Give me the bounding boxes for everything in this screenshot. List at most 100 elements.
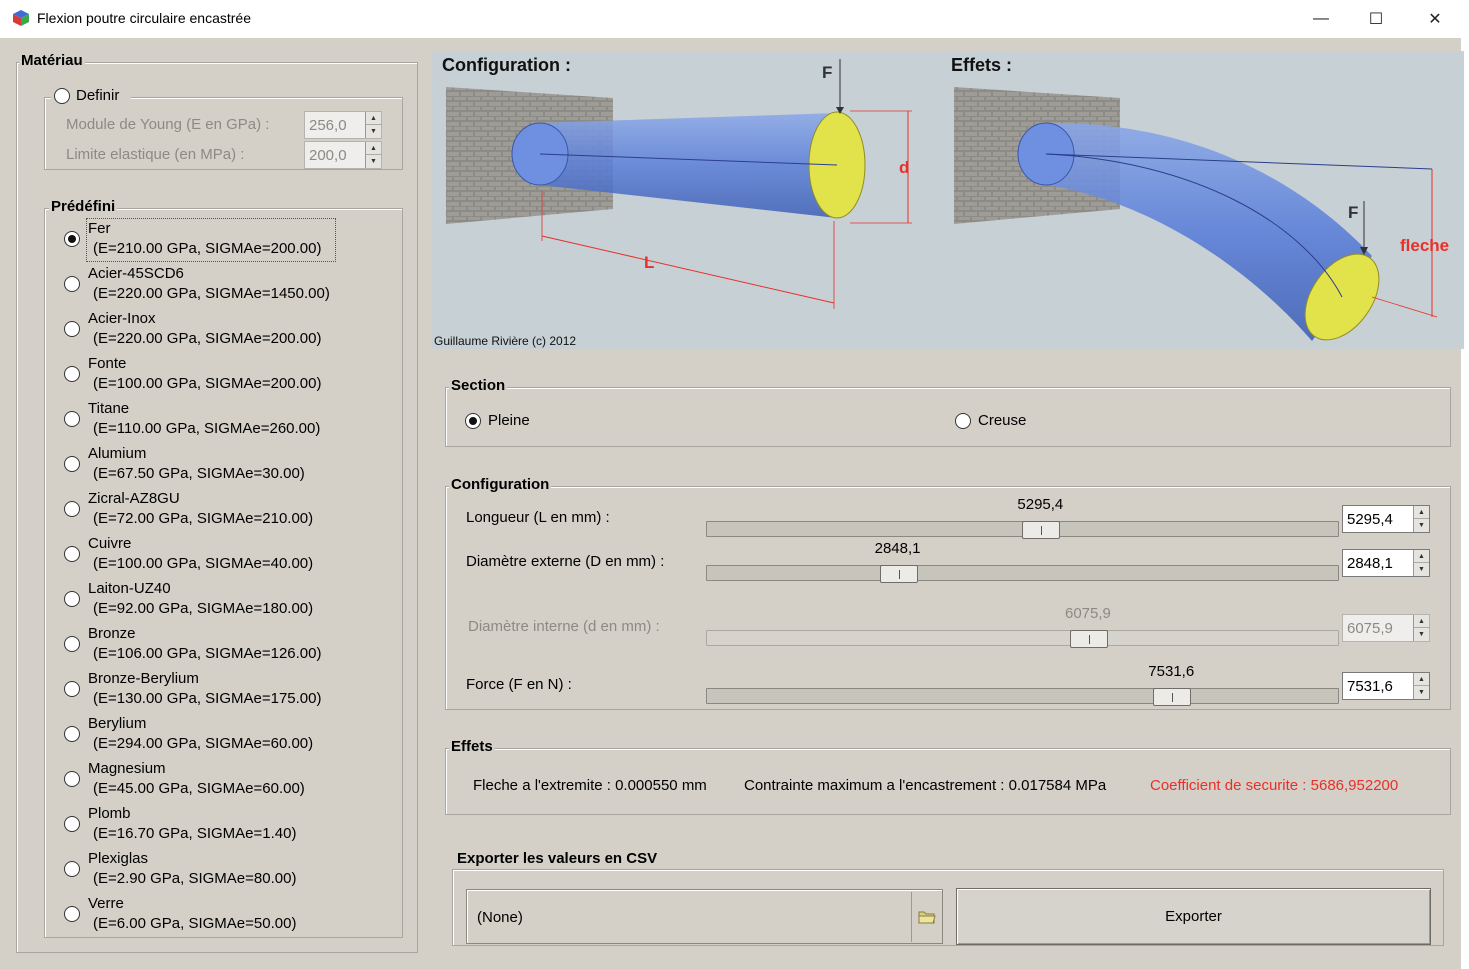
beam-diagram: F d L F fleche Configuration : Effets : …: [434, 55, 1449, 348]
material-props: (E=67.50 GPa, SIGMAe=30.00): [93, 465, 305, 482]
spin-up-icon[interactable]: ▲: [366, 142, 381, 155]
material-radio[interactable]: [64, 681, 80, 697]
material-radio[interactable]: [64, 591, 80, 607]
securite-result: Coefficient de securite : 5686,952200: [1150, 777, 1399, 794]
material-props: (E=92.00 GPa, SIGMAe=180.00): [93, 600, 314, 617]
spin-up-icon[interactable]: ▲: [1414, 506, 1429, 519]
material-radio[interactable]: [64, 456, 80, 472]
material-name: Fonte: [88, 355, 127, 372]
slider-track[interactable]: [706, 688, 1339, 706]
material-props: (E=294.00 GPa, SIGMAe=60.00): [93, 735, 314, 752]
material-props: (E=72.00 GPa, SIGMAe=210.00): [93, 510, 314, 527]
material-radio[interactable]: [64, 411, 80, 427]
material-name: Plomb: [88, 805, 131, 822]
material-name: Bronze: [88, 625, 136, 642]
config-title: Configuration :: [442, 55, 571, 75]
export-path-field[interactable]: (None): [466, 889, 943, 944]
definir-radio[interactable]: [54, 88, 70, 104]
creuse-radio[interactable]: [955, 413, 971, 429]
slider-track[interactable]: [706, 521, 1339, 539]
slider-thumb[interactable]: [879, 565, 918, 583]
material-radio[interactable]: [64, 771, 80, 787]
material-radio[interactable]: [64, 501, 80, 517]
spin-up-icon[interactable]: ▲: [1414, 550, 1429, 563]
export-button[interactable]: Exporter: [956, 888, 1431, 945]
slider-spinbox[interactable]: 5295,4 ▲ ▼: [1342, 505, 1430, 533]
maximize-button[interactable]: ☐: [1347, 0, 1405, 38]
material-props: (E=2.90 GPa, SIGMAe=80.00): [93, 870, 297, 887]
spin-up-icon[interactable]: ▲: [366, 112, 381, 125]
spinbox-value: 2848,1: [1347, 555, 1393, 572]
spin-down-icon[interactable]: ▼: [366, 155, 381, 168]
material-radio[interactable]: [64, 636, 80, 652]
effets-title: Effets :: [951, 55, 1012, 75]
export-path-value: (None): [477, 909, 523, 926]
effets-legend: Effets: [449, 738, 495, 755]
material-radio[interactable]: [64, 366, 80, 382]
section-legend: Section: [449, 377, 508, 394]
spinbox-value: 6075,9: [1347, 620, 1393, 637]
export-legend: Exporter les valeurs en CSV: [455, 850, 660, 867]
slider-spinbox[interactable]: 6075,9 ▲ ▼: [1342, 614, 1430, 642]
material-name: Cuivre: [88, 535, 132, 552]
slider-label: Diamètre interne (d en mm) :: [468, 618, 660, 635]
slider-label: Force (F en N) :: [466, 676, 572, 693]
force-label-config: F: [822, 63, 832, 82]
material-props: (E=100.00 GPa, SIGMAe=200.00): [93, 375, 322, 392]
app-icon: [13, 10, 29, 26]
slider-thumb[interactable]: [1153, 688, 1192, 706]
force-label-effects: F: [1348, 203, 1358, 222]
limite-value: 200,0: [309, 147, 347, 164]
spin-down-icon[interactable]: ▼: [1414, 686, 1429, 699]
slider-spinbox[interactable]: 7531,6 ▲ ▼: [1342, 672, 1430, 700]
pleine-radio[interactable]: [465, 413, 481, 429]
slider-thumb[interactable]: [1022, 521, 1061, 539]
material-radio[interactable]: [64, 726, 80, 742]
limite-spinbox[interactable]: 200,0 ▲ ▼: [304, 141, 382, 169]
slider-thumb[interactable]: [1069, 630, 1108, 648]
spin-down-icon[interactable]: ▼: [1414, 519, 1429, 532]
diameter-label: d: [899, 158, 909, 177]
material-radio[interactable]: [64, 861, 80, 877]
material-radio[interactable]: [64, 816, 80, 832]
material-name: Zicral-AZ8GU: [88, 490, 180, 507]
slider-value-label: 2848,1: [874, 540, 921, 557]
folder-icon[interactable]: [911, 892, 942, 942]
material-radio[interactable]: [64, 276, 80, 292]
young-spinbox[interactable]: 256,0 ▲ ▼: [304, 111, 382, 139]
spin-down-icon[interactable]: ▼: [1414, 628, 1429, 641]
material-name: Laiton-UZ40: [88, 580, 171, 597]
spin-down-icon[interactable]: ▼: [1414, 563, 1429, 576]
spin-up-icon[interactable]: ▲: [1414, 615, 1429, 628]
material-radio[interactable]: [64, 321, 80, 337]
material-name: Titane: [88, 400, 130, 417]
spin-down-icon[interactable]: ▼: [366, 125, 381, 138]
slider-value-label: 5295,4: [1017, 496, 1064, 513]
material-props: (E=100.00 GPa, SIGMAe=40.00): [93, 555, 314, 572]
predefini-legend: Prédéfini: [49, 198, 118, 215]
young-value: 256,0: [309, 117, 347, 134]
slider-label: Diamètre externe (D en mm) :: [466, 553, 665, 570]
material-props: (E=6.00 GPa, SIGMAe=50.00): [93, 915, 297, 932]
material-name: Plexiglas: [88, 850, 149, 867]
material-props: (E=110.00 GPa, SIGMAe=260.00): [93, 420, 321, 437]
material-name: Alumium: [88, 445, 147, 462]
slider-track[interactable]: [706, 630, 1339, 648]
credit-text: Guillaume Rivière (c) 2012: [434, 334, 576, 348]
slider-spinbox[interactable]: 2848,1 ▲ ▼: [1342, 549, 1430, 577]
close-button[interactable]: ✕: [1406, 0, 1464, 38]
section-group: [445, 387, 1451, 447]
fleche-label: fleche: [1400, 236, 1449, 255]
material-radio[interactable]: [64, 231, 80, 247]
material-props: (E=106.00 GPa, SIGMAe=126.00): [93, 645, 322, 662]
material-radio[interactable]: [64, 906, 80, 922]
minimize-button[interactable]: —: [1292, 0, 1350, 38]
material-name: Berylium: [88, 715, 147, 732]
pleine-label: Pleine: [488, 412, 530, 429]
slider-value-label: 7531,6: [1148, 663, 1195, 680]
material-radio[interactable]: [64, 546, 80, 562]
spin-up-icon[interactable]: ▲: [1414, 673, 1429, 686]
material-props: (E=130.00 GPa, SIGMAe=175.00): [93, 690, 322, 707]
window-title: Flexion poutre circulaire encastrée: [37, 10, 251, 26]
slider-track[interactable]: [706, 565, 1339, 583]
